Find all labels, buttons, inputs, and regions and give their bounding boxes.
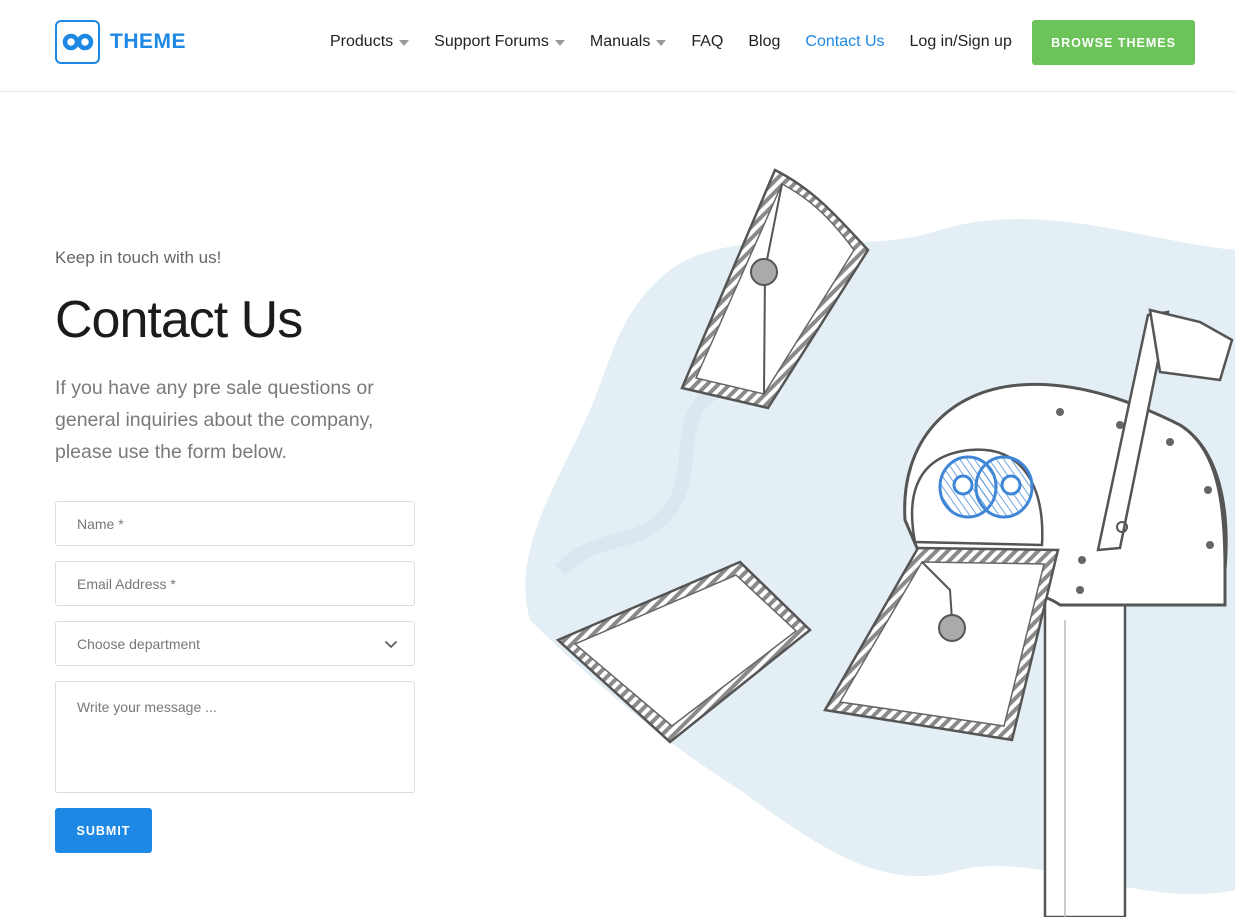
nav-item-label: Support Forums xyxy=(434,33,549,50)
submit-button[interactable]: SUBMIT xyxy=(55,808,152,853)
nav-item-manuals[interactable]: Manuals xyxy=(589,33,667,51)
nav-item-label: Products xyxy=(330,33,394,50)
nav-item-support-forums[interactable]: Support Forums xyxy=(434,33,565,51)
email-field[interactable] xyxy=(55,561,415,606)
contact-eyebrow: Keep in touch with us! xyxy=(55,248,222,267)
contact-intro: If you have any pre sale questions or ge… xyxy=(55,377,374,463)
nav-item-blog[interactable]: Blog xyxy=(748,33,780,51)
nav-item-label: Manuals xyxy=(589,33,651,50)
nav-item-faq[interactable]: FAQ xyxy=(691,33,723,51)
chevron-down-icon xyxy=(384,640,398,649)
mailbox-letters-illustration xyxy=(525,168,1235,917)
message-field[interactable] xyxy=(55,681,415,793)
nav-item-contact-us[interactable]: Contact Us xyxy=(805,33,884,51)
department-select[interactable]: Choose department xyxy=(55,621,415,666)
caret-down-icon xyxy=(554,40,565,46)
caret-down-icon xyxy=(656,40,667,46)
browse-themes-button[interactable]: BROWSE THEMES xyxy=(1032,20,1195,65)
nav-item-label: Log in/Sign up xyxy=(909,33,1012,50)
nav-item-label: Blog xyxy=(748,33,781,50)
main-nav: Products Support Forums Manuals FAQ Blog… xyxy=(330,0,1037,84)
logo-text: THEME xyxy=(110,30,186,53)
site-logo[interactable]: THEME xyxy=(55,20,186,64)
nav-item-label: FAQ xyxy=(691,33,724,50)
nav-item-label: Contact Us xyxy=(805,33,885,50)
nav-item-products[interactable]: Products xyxy=(330,33,410,51)
site-header: THEME Products Support Forums Manuals FA… xyxy=(0,0,1235,92)
caret-down-icon xyxy=(399,40,410,46)
name-field[interactable] xyxy=(55,501,415,546)
department-select-value: Choose department xyxy=(77,635,200,652)
infinity-logo-icon xyxy=(55,20,100,64)
nav-item-login-signup[interactable]: Log in/Sign up xyxy=(910,33,1012,51)
page-title: Contact Us xyxy=(55,291,303,349)
